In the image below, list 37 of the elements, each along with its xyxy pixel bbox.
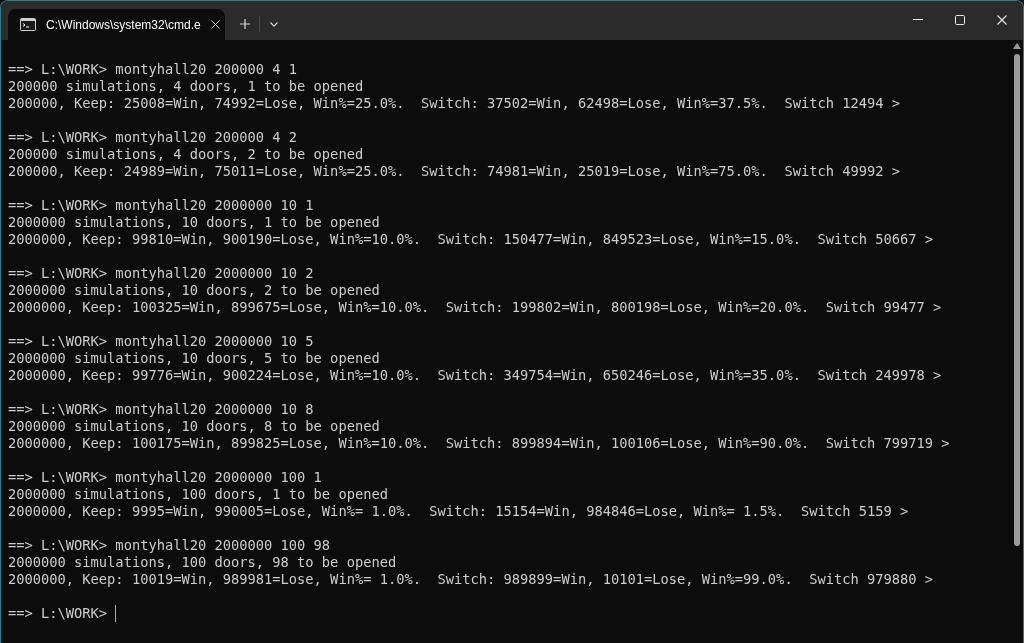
output-line: 2000000 simulations, 10 doors, 5 to be opened (8, 350, 380, 367)
command-prompt: ==> L:\WORK> (8, 605, 108, 622)
output-line: 2000000, Keep: 100325=Win, 899675=Lose, Win%=10.0%. Switch: 199802=Win, 800198=Lose, Win%=20.0%. Switch 99477 > (8, 299, 942, 316)
chevron-down-icon (270, 21, 278, 27)
output-line: 2000000 simulations, 100 doors, 1 to be opened (8, 486, 388, 503)
minimize-icon (913, 19, 923, 20)
output-line: 2000000 simulations, 10 doors, 1 to be opened (8, 214, 380, 231)
command-line: ==> L:\WORK> montyhall20 200000 4 1 (8, 61, 298, 78)
command-line: ==> L:\WORK> montyhall20 2000000 10 2 (8, 265, 314, 282)
command-line: ==> L:\WORK> montyhall20 2000000 100 98 (8, 537, 331, 554)
output-line: 2000000, Keep: 10019=Win, 989981=Lose, Win%= 1.0%. Switch: 989899=Win, 10101=Lose, Win%=99.0%. Switch 979880 > (8, 571, 934, 588)
output-line: 2000000, Keep: 9995=Win, 990005=Lose, Win%= 1.0%. Switch: 15154=Win, 984846=Lose, Win%= 1.5%. Switch 5159 > (8, 503, 909, 520)
close-icon (997, 14, 1007, 25)
scrollbar-thumb[interactable] (1014, 54, 1020, 546)
output-line: 2000000, Keep: 100175=Win, 899825=Lose, Win%=10.0%. Switch: 899894=Win, 100106=Lose, Win%=90.0%. Switch 799719 > (8, 435, 950, 452)
close-icon (210, 20, 220, 29)
command-line: ==> L:\WORK> montyhall20 200000 4 2 (8, 129, 298, 146)
command-line: ==> L:\WORK> montyhall20 2000000 10 5 (8, 333, 314, 350)
command-line: ==> L:\WORK> montyhall20 2000000 10 8 (8, 401, 314, 418)
output-line: 2000000 simulations, 10 doors, 2 to be opened (8, 282, 380, 299)
output-line: 200000 simulations, 4 doors, 1 to be opened (8, 78, 364, 95)
close-tab-button[interactable] (210, 17, 220, 32)
output-line: 2000000, Keep: 99776=Win, 900224=Lose, Win%=10.0%. Switch: 349754=Win, 650246=Lose, Win%=35.0%. Switch 249978 > (8, 367, 942, 384)
output-line: 200000, Keep: 24989=Win, 75011=Lose, Win%=25.0%. Switch: 74981=Win, 25019=Lose, Win%=75.0%. Switch 49992 > (8, 163, 900, 180)
output-line: 2000000 simulations, 10 doors, 8 to be opened (8, 418, 380, 435)
terminal-icon (20, 18, 36, 31)
output-line: 2000000 simulations, 100 doors, 98 to be opened (8, 554, 397, 571)
maximize-icon (955, 14, 965, 25)
output-line: 200000, Keep: 25008=Win, 74992=Lose, Win%=25.0%. Switch: 37502=Win, 62498=Lose, Win%=37.5%. Switch 12494 > (8, 95, 900, 112)
tab-title: C:\Windows\system32\cmd.e (46, 17, 201, 32)
command-line: ==> L:\WORK> montyhall20 2000000 10 1 (8, 197, 314, 214)
output-line: 200000 simulations, 4 doors, 2 to be opened (8, 146, 364, 163)
terminal-tab[interactable]: C:\Windows\system32\cmd.e (8, 9, 225, 40)
scroll-up-icon[interactable] (1013, 43, 1021, 49)
plus-icon (240, 19, 250, 29)
output-line: 2000000, Keep: 99810=Win, 900190=Lose, Win%=10.0%. Switch: 150477=Win, 849523=Lose, Win%=15.0%. Switch 50667 > (8, 231, 934, 248)
command-line: ==> L:\WORK> montyhall20 2000000 100 1 (8, 469, 322, 486)
